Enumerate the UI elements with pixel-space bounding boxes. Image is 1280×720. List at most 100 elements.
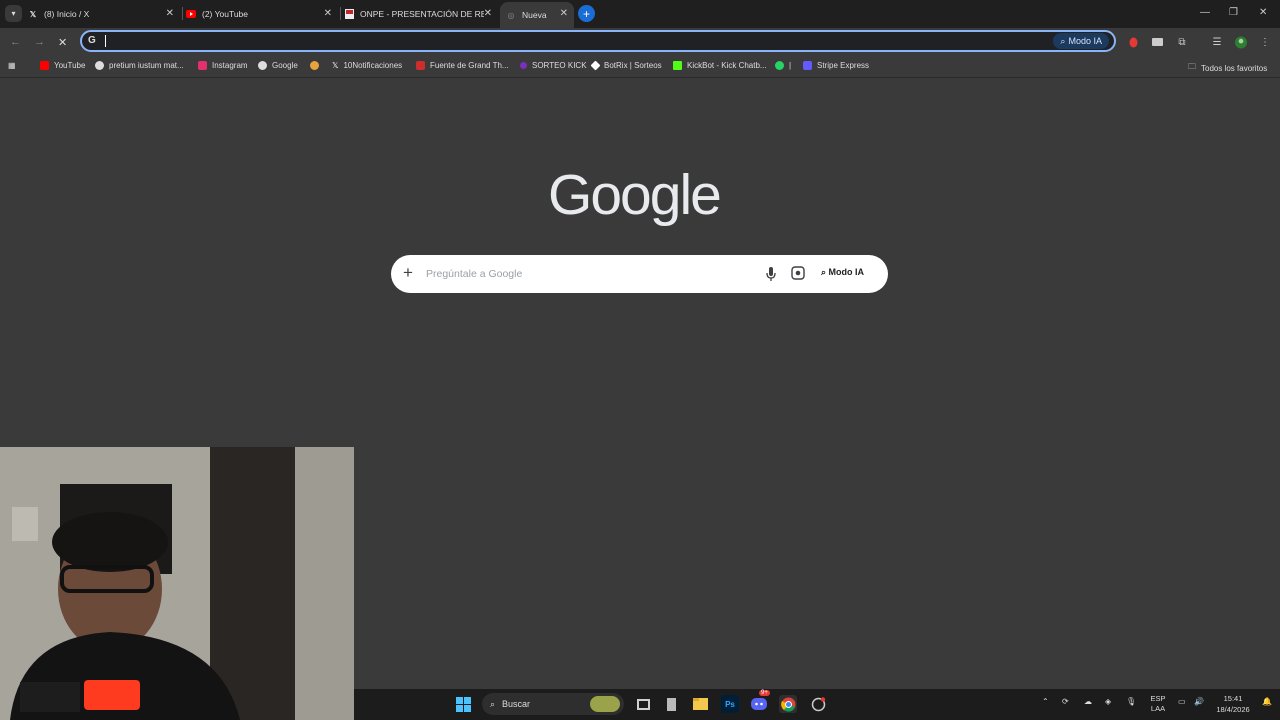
plus-icon: +	[582, 6, 590, 21]
modo-ia-button[interactable]: ⌕ Modo IA	[821, 267, 864, 278]
back-icon[interactable]: ←	[10, 36, 21, 48]
google-search-box[interactable]: + Pregúntale a Google ⌕ Modo IA	[391, 255, 888, 293]
bookmark-stripe-express[interactable]: Stripe Express	[803, 61, 869, 70]
tab-title: (8) Inicio / X	[44, 9, 90, 19]
stripe-icon	[803, 61, 812, 70]
apps-grid-icon[interactable]: ▦	[8, 61, 16, 70]
address-bar[interactable]: G ⌕ Modo IA	[80, 30, 1116, 52]
stop-loading-icon[interactable]: ✕	[58, 36, 67, 49]
bookmark-kickbot[interactable]: KickBot - Kick Chatb...	[673, 61, 767, 70]
clock-date: 18/4/2026	[1216, 705, 1250, 714]
tab-search-button[interactable]: ▾	[5, 5, 22, 22]
bookmark-sorteo-kick[interactable]: SORTEO KICK	[520, 61, 587, 70]
bookmark-instagram[interactable]: Instagram	[198, 61, 248, 70]
media-queue-icon[interactable]: ☰	[1211, 36, 1223, 48]
webcam-image	[0, 447, 354, 720]
google-icon	[95, 61, 104, 70]
tab-title: Nueva	[522, 10, 547, 20]
minimize-icon[interactable]: —	[1200, 7, 1210, 18]
search-icon: ⌕	[490, 698, 496, 709]
photoshop-icon[interactable]: Ps	[721, 695, 739, 713]
discord-icon[interactable]: 9+	[750, 690, 770, 713]
modo-ia-button[interactable]: ⌕ Modo IA	[1053, 33, 1109, 49]
sync-icon[interactable]: ⟳	[1062, 697, 1069, 706]
sparkle-search-icon: ⌕	[821, 267, 829, 277]
new-tab-button[interactable]: +	[578, 5, 595, 22]
bookmark-pinwheel[interactable]	[310, 61, 324, 70]
plus-icon[interactable]: +	[403, 263, 413, 283]
browser-toolbar: ← → ✕ G ⌕ Modo IA ⧉ ☰ ⋮	[0, 28, 1280, 56]
microphone-icon[interactable]	[765, 266, 777, 282]
file-explorer-icon[interactable]	[691, 695, 709, 713]
bookmark-label: Fuente de Grand Th...	[430, 61, 509, 70]
extensions-puzzle-icon[interactable]: ⧉	[1176, 36, 1188, 48]
modo-ia-label: Modo IA	[828, 267, 865, 277]
bookmark-whatsapp[interactable]: |	[775, 61, 791, 70]
extension-card-icon[interactable]	[1151, 36, 1163, 48]
microphone-tray-icon[interactable]: 🎙	[1126, 697, 1136, 706]
cloud-icon[interactable]: ☁	[1084, 697, 1092, 706]
more-menu-icon[interactable]: ⋮	[1259, 36, 1271, 48]
modo-ia-label: Modo IA	[1068, 36, 1102, 46]
bookmark-10notificaciones[interactable]: 𝕏 10Notificaciones	[332, 61, 402, 70]
chevron-up-icon[interactable]: ⌃	[1042, 697, 1049, 706]
font-f-icon	[416, 61, 425, 70]
bookmark-pretium[interactable]: pretium iustum mat...	[95, 61, 184, 70]
chrome-icon[interactable]	[779, 695, 797, 713]
close-icon[interactable]: ✕	[483, 8, 492, 19]
security-icon[interactable]: ◈	[1105, 697, 1111, 706]
onpe-icon	[344, 9, 354, 19]
bookmark-botrix[interactable]: BotRix | Sorteos	[590, 60, 662, 71]
sparkle-search-icon: ⌕	[1060, 35, 1066, 46]
google-lens-icon[interactable]	[791, 266, 807, 282]
tab-strip: ▾ 𝕏 (8) Inicio / X ✕ (2) YouTube ✕ ONPE …	[0, 0, 1280, 28]
system-clock[interactable]: 15:41 18/4/2026	[1212, 693, 1254, 715]
close-icon[interactable]: ✕	[166, 8, 174, 19]
close-icon[interactable]: ✕	[560, 8, 568, 19]
bookmark-label: Stripe Express	[817, 61, 870, 70]
task-view-icon[interactable]	[634, 695, 652, 713]
volume-icon[interactable]: 🔊	[1194, 697, 1204, 706]
restore-icon[interactable]: ❐	[1229, 7, 1238, 18]
bookmark-label: Todos los favoritos	[1201, 63, 1268, 73]
youtube-icon	[186, 9, 196, 19]
clock-time: 15:41	[1223, 694, 1243, 703]
taskbar-search-box[interactable]: ⌕ Buscar	[482, 693, 624, 715]
close-icon[interactable]: ✕	[324, 8, 332, 19]
tab-x[interactable]: 𝕏 (8) Inicio / X ✕	[28, 2, 180, 26]
language-code: ESP	[1150, 694, 1166, 703]
file-app-icon[interactable]	[662, 695, 680, 713]
bookmark-label: Instagram	[212, 61, 248, 70]
profile-avatar[interactable]	[1235, 36, 1247, 48]
tab-title: ONPE - PRESENTACIÓN DE RE	[360, 9, 487, 19]
chevron-down-icon: ▾	[11, 9, 16, 18]
app-spinner-icon[interactable]	[809, 695, 827, 713]
tab-onpe[interactable]: ONPE - PRESENTACIÓN DE RE ✕	[344, 2, 498, 26]
windows-taskbar: ⌕ Buscar Ps 9+ ⌃ ⟳ ☁ ◈ 🎙 ESP LAA ▭ 🔊 15:…	[354, 689, 1280, 720]
folder-icon: 🗀	[1188, 62, 1196, 71]
taskbar-search-label: Buscar	[502, 699, 531, 709]
language-indicator[interactable]: ESP LAA	[1148, 694, 1168, 714]
forward-icon[interactable]: →	[34, 36, 45, 48]
bookmark-label: Google	[272, 61, 298, 70]
bookmark-label: |	[789, 61, 792, 70]
webcam-overlay	[0, 447, 354, 720]
tab-divider	[182, 7, 183, 20]
network-icon[interactable]: ▭	[1178, 697, 1186, 706]
screen: ▾ 𝕏 (8) Inicio / X ✕ (2) YouTube ✕ ONPE …	[0, 0, 1280, 720]
windows-start-icon[interactable]	[454, 695, 472, 713]
all-bookmarks-folder[interactable]: 🗀 Todos los favoritos	[1188, 61, 1267, 75]
bookmark-grand-theft[interactable]: Fuente de Grand Th...	[416, 61, 509, 70]
bookmark-label: YouTube	[54, 61, 86, 70]
tab-new-tab[interactable]: ◎ Nueva ✕	[500, 2, 574, 28]
extension-red-icon[interactable]	[1127, 36, 1139, 48]
bookmark-label: SORTEO KICK	[532, 61, 587, 70]
sorteo-icon	[520, 62, 527, 69]
notifications-icon[interactable]: 🔔	[1262, 697, 1272, 706]
close-window-icon[interactable]: ✕	[1259, 7, 1267, 18]
search-highlight-icon	[590, 696, 620, 712]
bookmark-youtube[interactable]: YouTube	[40, 61, 85, 70]
tab-youtube[interactable]: (2) YouTube ✕	[186, 2, 338, 26]
kickbot-icon	[673, 61, 682, 70]
bookmark-google[interactable]: Google	[258, 61, 298, 70]
